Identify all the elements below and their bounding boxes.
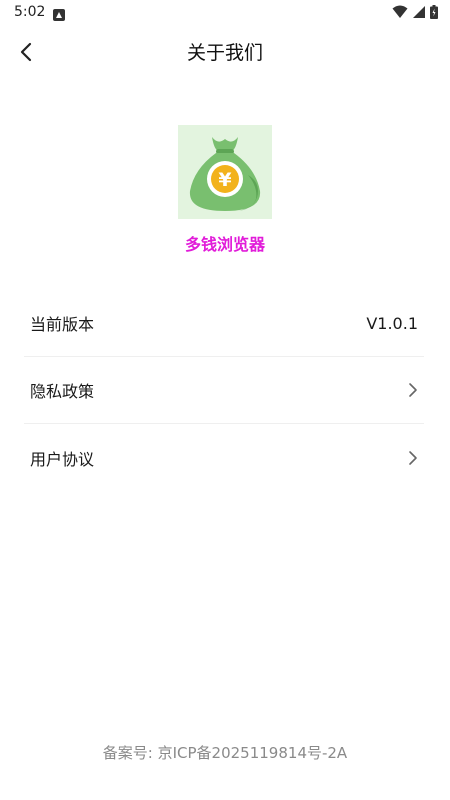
row-label-user-agreement: 用户协议 xyxy=(30,449,95,469)
row-label-current-version: 当前版本 xyxy=(30,315,95,334)
icp-record-text: 备案号: 京ICP备2025119814号-2A xyxy=(102,744,348,762)
app-name: 多钱浏览器 xyxy=(184,235,265,254)
row-user-agreement[interactable]: 用户协议 xyxy=(24,424,424,491)
money-bag-yen-icon: ¥ xyxy=(189,137,261,211)
notification-a-icon xyxy=(53,6,65,25)
version-value: V1.0.1 xyxy=(366,313,418,333)
app-bar: 关于我们 xyxy=(0,28,450,74)
row-privacy-policy[interactable]: 隐私政策 xyxy=(24,357,424,424)
chevron-right-icon xyxy=(408,450,418,466)
wifi-icon xyxy=(392,4,408,23)
chevron-right-icon xyxy=(408,382,418,398)
status-icons xyxy=(392,4,438,23)
row-current-version: 当前版本 V1.0.1 xyxy=(24,290,424,357)
settings-list: 当前版本 V1.0.1 隐私政策 用户协议 xyxy=(24,290,424,491)
yen-symbol: ¥ xyxy=(218,169,231,191)
app-logo: ¥ xyxy=(178,125,272,219)
status-bar: 5:02 xyxy=(0,0,450,24)
battery-icon xyxy=(430,4,438,23)
page-title: 关于我们 xyxy=(186,42,263,64)
status-time: 5:02 xyxy=(14,4,46,20)
cell-signal-icon xyxy=(412,4,426,23)
row-label-privacy-policy: 隐私政策 xyxy=(30,382,95,401)
